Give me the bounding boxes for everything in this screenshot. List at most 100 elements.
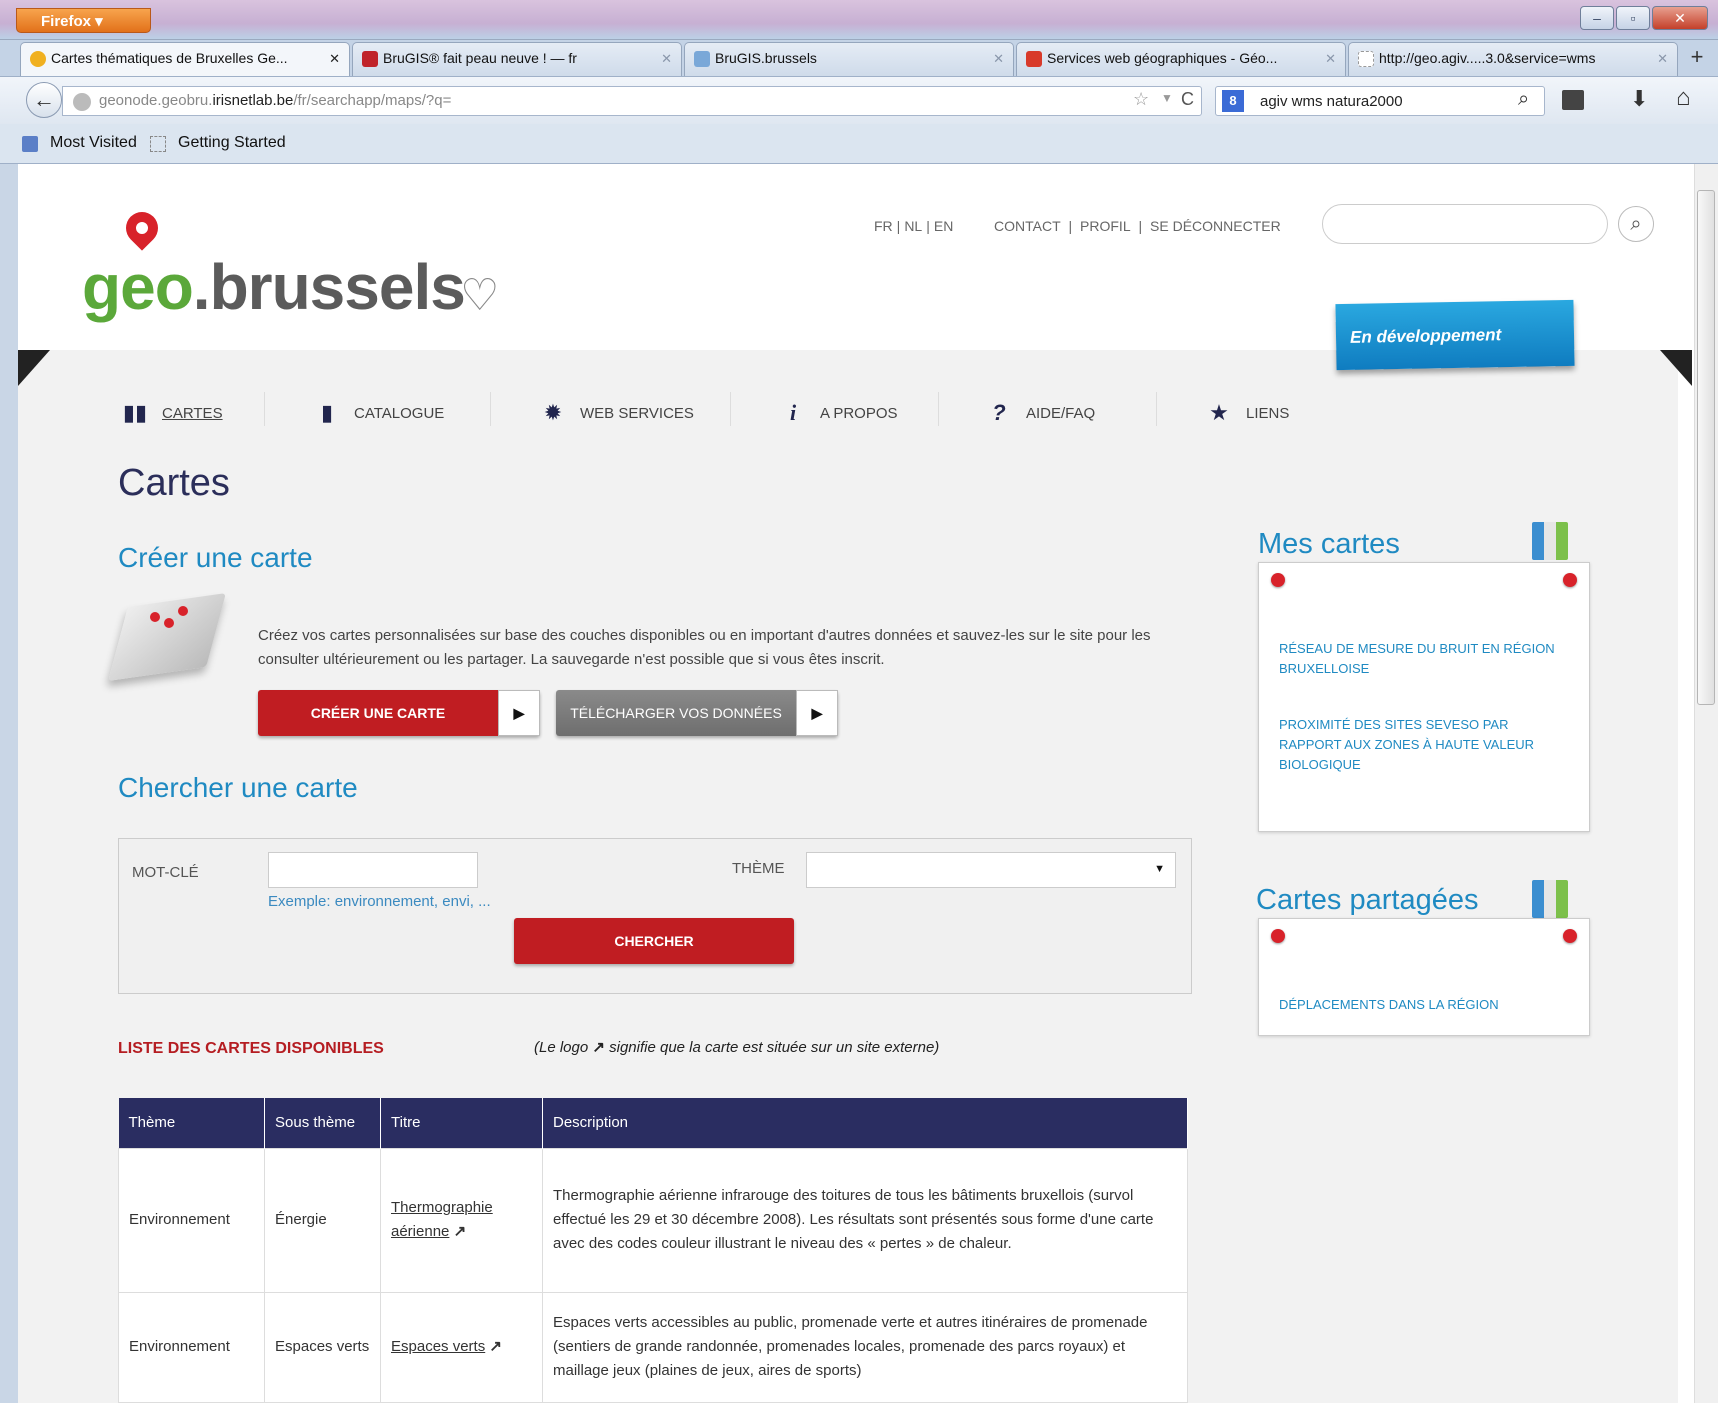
map-pin-icon: [178, 606, 188, 616]
keyword-input[interactable]: [268, 852, 478, 888]
search-button[interactable]: CHERCHER: [514, 918, 794, 964]
upload-data-button[interactable]: TÉLÉCHARGER VOS DONNÉES ▶: [556, 690, 838, 736]
profil-link[interactable]: PROFIL: [1080, 218, 1131, 234]
menu-separator: [938, 392, 939, 426]
tab-services-web[interactable]: Services web géographiques - Géo... ✕: [1016, 42, 1346, 76]
my-map-link[interactable]: Réseau de mesure du bruit en région brux…: [1279, 639, 1569, 679]
cell-title: Espaces verts ↗: [380, 1291, 543, 1403]
keyword-label: MOT-CLÉ: [132, 864, 199, 881]
button-label: CRÉER UNE CARTE: [310, 705, 446, 721]
cell-theme: Environnement: [118, 1291, 265, 1403]
download-icon[interactable]: ⬇: [1630, 86, 1648, 112]
question-icon: ?: [992, 400, 1006, 425]
page-title: Cartes: [118, 462, 230, 504]
theme-select[interactable]: ▼: [806, 852, 1176, 888]
search-icon[interactable]: ⌕: [1618, 206, 1654, 242]
history-dropdown-icon[interactable]: ▼: [1161, 91, 1173, 105]
tab-geo-agiv[interactable]: http://geo.agiv.....3.0&service=wms ✕: [1348, 42, 1678, 76]
menu-item-catalogue[interactable]: ▮ CATALOGUE: [314, 398, 444, 428]
wallonie-icon: [1026, 51, 1042, 67]
search-engine-input[interactable]: agiv wms natura2000: [1215, 86, 1545, 116]
map-title-link[interactable]: Thermographie aérienne: [391, 1199, 493, 1240]
geonode-icon: [30, 51, 46, 67]
search-icon[interactable]: ⌕: [1518, 88, 1529, 111]
url-bar[interactable]: geonode.geobru.irisnetlab.be/fr/searchap…: [62, 86, 1202, 116]
menu-label: A PROPOS: [820, 404, 898, 422]
reload-icon[interactable]: C: [1181, 89, 1194, 110]
tab-label: Services web géographiques - Géo...: [1047, 50, 1278, 66]
shared-map-link[interactable]: Déplacements dans la région: [1279, 995, 1569, 1015]
menu-label: LIENS: [1246, 404, 1290, 422]
close-tab-icon[interactable]: ✕: [993, 51, 1004, 67]
column-header: Thème: [118, 1098, 265, 1148]
heart-logo-icon: ♡: [460, 271, 500, 320]
minimize-button[interactable]: –: [1580, 6, 1614, 30]
logo-geo: geo: [82, 251, 194, 323]
play-arrow-icon: ▶: [796, 690, 838, 736]
tab-brugis-news[interactable]: BruGIS® fait peau neuve ! — fr ✕: [352, 42, 682, 76]
language-switcher: FR | NL | EN: [874, 218, 954, 234]
bookmark-star-icon[interactable]: ☆: [1133, 89, 1149, 110]
back-button[interactable]: ←: [26, 82, 62, 118]
cell-description: Espaces verts accessibles au public, pro…: [542, 1291, 1188, 1403]
my-maps-box: Réseau de mesure du bruit en région brux…: [1258, 562, 1590, 832]
menu-item-aide-faq[interactable]: ? AIDE/FAQ: [986, 398, 1095, 428]
corner-fold-right: [1660, 350, 1692, 386]
share-map-icon[interactable]: [1532, 880, 1568, 918]
close-tab-icon[interactable]: ✕: [1657, 51, 1668, 67]
menu-item-liens[interactable]: ★ LIENS: [1206, 398, 1289, 428]
close-tab-icon[interactable]: ✕: [1325, 51, 1336, 67]
close-window-button[interactable]: ✕: [1652, 6, 1708, 30]
map-icon: [694, 51, 710, 67]
header-links: CONTACT | PROFIL | SE DÉCONNECTER: [994, 218, 1281, 234]
menu-label: CARTES: [162, 404, 223, 422]
map-title-link[interactable]: Espaces verts: [391, 1338, 485, 1355]
create-map-button[interactable]: CRÉER UNE CARTE ▶: [258, 690, 540, 736]
logo-brussels: .brussels: [192, 251, 466, 323]
maximize-button[interactable]: ▫: [1616, 6, 1650, 30]
logout-link[interactable]: SE DÉCONNECTER: [1150, 218, 1281, 234]
external-link-icon[interactable]: ↗: [454, 1223, 467, 1240]
maps-table: Thème Sous thème Titre Description Envir…: [118, 1098, 1188, 1403]
menu-separator: [490, 392, 491, 426]
lang-fr[interactable]: FR: [874, 218, 893, 234]
scrollbar-thumb[interactable]: [1697, 190, 1715, 705]
bookmark-getting-started[interactable]: Getting Started: [178, 134, 286, 152]
gear-icon: ✹: [543, 400, 563, 425]
cell-description: Thermographie aérienne infrarouge des to…: [542, 1147, 1188, 1293]
tab-cartes-thematiques[interactable]: Cartes thématiques de Bruxelles Ge... ✕: [20, 42, 350, 76]
site-logo[interactable]: geo.brussels: [82, 250, 466, 324]
cell-title: Thermographie aérienne ↗: [380, 1147, 543, 1293]
menu-item-a-propos[interactable]: i A PROPOS: [780, 398, 898, 428]
my-maps-title: Mes cartes: [1258, 528, 1400, 560]
shared-maps-box: Déplacements dans la région: [1258, 918, 1590, 1036]
menu-label: AIDE/FAQ: [1026, 404, 1096, 422]
map-pin-icon: [164, 618, 174, 628]
firefox-menu-button[interactable]: Firefox ▾: [16, 8, 151, 33]
my-map-link[interactable]: Proximité des sites Seveso par rapport a…: [1279, 715, 1569, 775]
contact-link[interactable]: CONTACT: [994, 218, 1061, 234]
new-tab-button[interactable]: +: [1682, 44, 1712, 74]
create-map-heading: Créer une carte: [118, 542, 313, 573]
home-icon[interactable]: ⌂: [1676, 84, 1691, 112]
lang-nl[interactable]: NL: [904, 218, 922, 234]
book-icon: ▮: [320, 400, 334, 425]
google-icon[interactable]: 8: [1222, 90, 1244, 112]
lang-en[interactable]: EN: [934, 218, 953, 234]
menu-item-cartes[interactable]: ▮▮ CARTES: [122, 398, 223, 428]
url-domain: irisnetlab.be: [212, 92, 294, 109]
globe-icon: [73, 93, 91, 111]
close-tab-icon[interactable]: ✕: [329, 51, 340, 67]
url-path: /fr/searchapp/maps/?q=: [293, 92, 452, 109]
play-arrow-icon: ▶: [498, 690, 540, 736]
add-map-icon[interactable]: [1532, 522, 1568, 560]
bookmark-most-visited[interactable]: Most Visited: [50, 134, 137, 151]
close-tab-icon[interactable]: ✕: [661, 51, 672, 67]
cell-theme: Environnement: [118, 1147, 265, 1293]
site-search-input[interactable]: [1322, 204, 1608, 244]
tab-brugis[interactable]: BruGIS.brussels ✕: [684, 42, 1014, 76]
menu-item-web-services[interactable]: ✹ WEB SERVICES: [540, 398, 694, 428]
addon-icon[interactable]: [1562, 90, 1584, 110]
external-link-icon[interactable]: ↗: [489, 1338, 502, 1355]
corner-fold-left: [18, 350, 50, 386]
